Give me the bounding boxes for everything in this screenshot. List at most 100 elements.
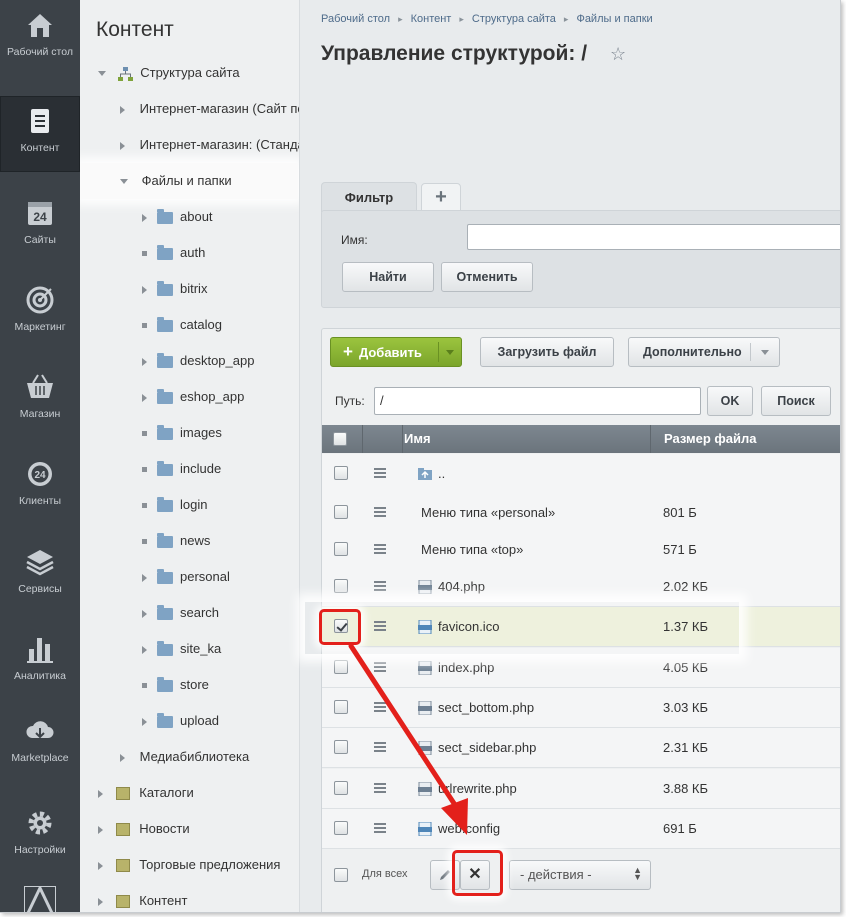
tree-node-catalogs[interactable]: Каталоги <box>98 775 194 811</box>
row-menu-icon[interactable] <box>374 468 386 478</box>
tree-folder-personal[interactable]: personal <box>142 559 230 595</box>
search-button[interactable]: Поиск <box>761 386 831 416</box>
add-button[interactable]: + Добавить <box>330 337 462 367</box>
menu-item-desktop[interactable]: Рабочий стол <box>0 0 80 76</box>
row-checkbox[interactable] <box>334 781 348 795</box>
tree-folder-search[interactable]: search <box>142 595 219 631</box>
collapse-arrow-icon[interactable] <box>98 71 106 77</box>
breadcrumb-link[interactable]: Контент <box>411 13 452 25</box>
tree-node-site-structure[interactable]: Структура сайта <box>98 55 240 91</box>
file-name[interactable]: index.php <box>438 648 494 688</box>
menu-item-settings[interactable]: Настройки <box>0 798 80 874</box>
expand-arrow-icon[interactable] <box>98 789 103 798</box>
menu-item-marketing[interactable]: Маркетинг <box>0 275 80 351</box>
breadcrumb-link[interactable]: Структура сайта <box>472 13 556 25</box>
breadcrumb-link[interactable]: Файлы и папки <box>576 13 652 25</box>
row-menu-icon[interactable] <box>374 507 386 517</box>
favorite-star-icon[interactable]: ☆ <box>610 44 626 65</box>
tree-folder-include[interactable]: include <box>142 451 221 487</box>
file-name[interactable]: sect_sidebar.php <box>438 728 536 768</box>
table-row[interactable]: web.config 691 Б <box>322 809 840 849</box>
table-row[interactable]: urlrewrite.php 3.88 КБ <box>322 769 840 809</box>
find-button[interactable]: Найти <box>342 262 434 292</box>
expand-arrow-icon[interactable] <box>142 645 147 654</box>
cancel-button[interactable]: Отменить <box>441 262 533 292</box>
column-header-size[interactable]: Размер файла <box>664 425 757 453</box>
column-header-name[interactable]: Имя <box>404 425 431 453</box>
file-name[interactable]: .. <box>438 454 445 494</box>
row-checkbox[interactable] <box>334 619 348 633</box>
menu-item-sites[interactable]: 24 Сайты <box>0 188 80 264</box>
path-input[interactable]: / <box>374 387 701 415</box>
tab-filter[interactable]: Фильтр <box>321 182 417 212</box>
expand-arrow-icon[interactable] <box>98 825 103 834</box>
tree-node-media[interactable]: Медиабиблиотека <box>120 739 249 775</box>
menu-item-content[interactable]: Контент <box>0 96 80 172</box>
upload-file-button[interactable]: Загрузить файл <box>480 337 614 367</box>
expand-arrow-icon[interactable] <box>120 141 125 150</box>
row-menu-icon[interactable] <box>374 581 386 591</box>
tree-folder-catalog[interactable]: catalog <box>142 307 222 343</box>
row-menu-icon[interactable] <box>374 823 386 833</box>
expand-arrow-icon[interactable] <box>142 285 147 294</box>
tree-node-news[interactable]: Новости <box>98 811 190 847</box>
menu-item-shop[interactable]: Магазин <box>0 362 80 438</box>
expand-arrow-icon[interactable] <box>142 357 147 366</box>
tree-folder-site-ka[interactable]: site_ka <box>142 631 221 667</box>
add-filter-tab-button[interactable]: + <box>421 183 461 211</box>
tree-folder-upload[interactable]: upload <box>142 703 219 739</box>
file-name[interactable]: favicon.ico <box>438 607 499 647</box>
file-name[interactable]: urlrewrite.php <box>438 769 517 809</box>
menu-item-services[interactable]: Сервисы <box>0 537 80 613</box>
row-menu-icon[interactable] <box>374 783 386 793</box>
tree-node-content[interactable]: Контент <box>98 883 187 912</box>
actions-select[interactable]: - действия - ▲ ▼ <box>509 860 651 890</box>
tree-folder-news[interactable]: news <box>142 523 210 559</box>
tree-folder-store[interactable]: store <box>142 667 209 703</box>
table-row[interactable]: 404.php 2.02 КБ <box>322 567 840 607</box>
breadcrumb-link[interactable]: Рабочий стол <box>321 13 390 25</box>
tree-folder-bitrix[interactable]: bitrix <box>142 271 207 307</box>
row-checkbox[interactable] <box>334 700 348 714</box>
file-name[interactable]: web.config <box>438 809 500 849</box>
row-checkbox[interactable] <box>334 542 348 556</box>
filter-name-input[interactable] <box>467 224 840 250</box>
delete-button[interactable]: ✕ <box>460 860 490 890</box>
tree-folder-auth[interactable]: auth <box>142 235 205 271</box>
tree-folder-login[interactable]: login <box>142 487 207 523</box>
more-button[interactable]: Дополнительно <box>628 337 780 367</box>
table-row[interactable]: Меню типа «top» 571 Б <box>322 530 840 570</box>
tree-folder-eshop-app[interactable]: eshop_app <box>142 379 244 415</box>
ok-button[interactable]: OK <box>707 386 753 416</box>
table-row[interactable]: Меню типа «personal» 801 Б <box>322 493 840 533</box>
row-menu-icon[interactable] <box>374 662 386 672</box>
row-menu-icon[interactable] <box>374 702 386 712</box>
expand-arrow-icon[interactable] <box>142 573 147 582</box>
tree-node-shop2[interactable]: Интернет-магазин: (Станда <box>120 127 299 163</box>
table-row[interactable]: sect_bottom.php 3.03 КБ <box>322 688 840 728</box>
tree-node-offers[interactable]: Торговые предложения <box>98 847 280 883</box>
table-row[interactable]: index.php 4.05 КБ <box>322 648 840 688</box>
row-checkbox[interactable] <box>334 579 348 593</box>
file-name[interactable]: Меню типа «top» <box>421 530 523 570</box>
row-menu-icon[interactable] <box>374 544 386 554</box>
expand-arrow-icon[interactable] <box>120 753 125 762</box>
row-menu-icon[interactable] <box>374 742 386 752</box>
tree-node-shop1[interactable]: Интернет-магазин (Сайт по <box>120 91 299 127</box>
file-name[interactable]: Меню типа «personal» <box>421 493 555 533</box>
tree-node-files[interactable]: Файлы и папки <box>120 163 232 199</box>
file-name[interactable]: 404.php <box>438 567 485 607</box>
row-checkbox[interactable] <box>334 740 348 754</box>
expand-arrow-icon[interactable] <box>98 861 103 870</box>
menu-item-analytics[interactable]: Аналитика <box>0 624 80 700</box>
expand-arrow-icon[interactable] <box>120 105 125 114</box>
for-all-checkbox[interactable] <box>334 868 348 882</box>
table-row-selected[interactable]: favicon.ico 1.37 КБ <box>322 607 840 647</box>
file-name[interactable]: sect_bottom.php <box>438 688 534 728</box>
menu-item-clients[interactable]: 24 Клиенты <box>0 449 80 525</box>
edit-button[interactable] <box>430 860 460 890</box>
select-all-checkbox[interactable] <box>333 432 347 446</box>
tree-folder-about[interactable]: about <box>142 199 213 235</box>
row-menu-icon[interactable] <box>374 621 386 631</box>
row-checkbox[interactable] <box>334 466 348 480</box>
